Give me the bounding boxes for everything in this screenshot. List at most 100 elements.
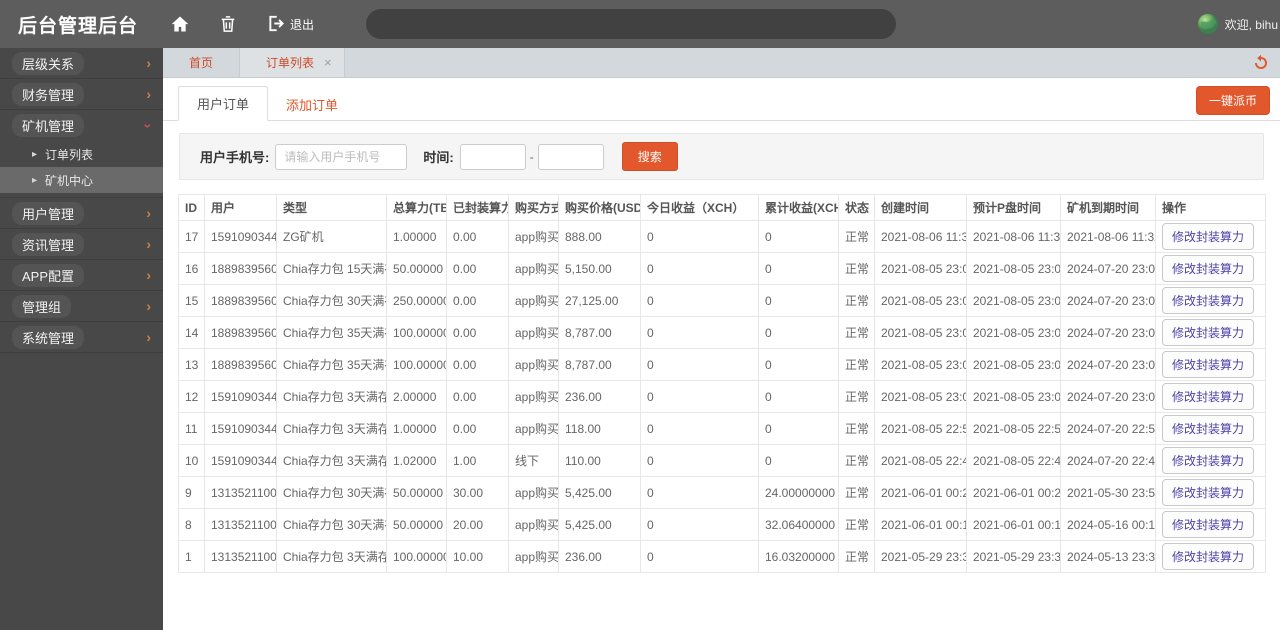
cell-user: 13135211000 bbox=[204, 476, 277, 509]
cell-actions: 修改封装算力 bbox=[1155, 220, 1266, 253]
cell-user: 18898395608 bbox=[204, 348, 277, 381]
cell-price: 110.00 bbox=[558, 444, 641, 477]
modify-power-button[interactable]: 修改封装算力 bbox=[1162, 319, 1255, 346]
table-row: 8 13135211000 Chia存力包 30天满存交付 50.00000 2… bbox=[178, 508, 1266, 541]
cell-buy-method: 线下 bbox=[508, 444, 559, 477]
cell-user: 15910903445 bbox=[204, 220, 277, 253]
modify-power-button[interactable]: 修改封装算力 bbox=[1162, 447, 1255, 474]
column-header: 购买方式 bbox=[508, 194, 559, 221]
tab-order-list[interactable]: 订单列表 × bbox=[239, 48, 345, 77]
cell-buy-method: app购买 bbox=[508, 508, 559, 541]
column-header: 今日收益（XCH） bbox=[640, 194, 759, 221]
cell-buy-method: app购买 bbox=[508, 380, 559, 413]
modify-power-button[interactable]: 修改封装算力 bbox=[1162, 543, 1255, 570]
status-badge: 正常 bbox=[838, 380, 875, 413]
status-badge: 正常 bbox=[838, 316, 875, 349]
cell-today-income: 0 bbox=[640, 220, 759, 253]
cell-cumulative-income: 0 bbox=[758, 316, 839, 349]
cell-plot-time: 2021-08-05 23:02:20 bbox=[966, 348, 1061, 381]
sidebar-item-app-config[interactable]: APP配置 › bbox=[0, 260, 163, 291]
cell-plot-time: 2021-08-05 23:03:03 bbox=[966, 284, 1061, 317]
sidebar-item-finance[interactable]: 财务管理 › bbox=[0, 79, 163, 110]
table-row: 14 18898395608 Chia存力包 35天满存交付 100.00000… bbox=[178, 316, 1266, 349]
cell-id: 12 bbox=[178, 380, 205, 413]
column-header: 购买价格(USDT) bbox=[558, 194, 641, 221]
cell-buy-method: app购买 bbox=[508, 284, 559, 317]
cell-buy-method: app购买 bbox=[508, 412, 559, 445]
navbar-search-input[interactable] bbox=[366, 9, 897, 39]
time-end-input[interactable] bbox=[537, 143, 604, 170]
sidebar-item-users[interactable]: 用户管理 › bbox=[0, 198, 163, 229]
tab-home[interactable]: 首页 bbox=[163, 48, 239, 77]
status-badge: 正常 bbox=[838, 540, 875, 573]
home-icon[interactable] bbox=[170, 14, 190, 34]
cell-created-time: 2021-08-05 23:02:20 bbox=[874, 348, 967, 381]
cell-user: 15910903445 bbox=[204, 412, 277, 445]
cell-created-time: 2021-08-05 22:59:35 bbox=[874, 412, 967, 445]
phone-input[interactable] bbox=[275, 143, 408, 170]
welcome-text: 欢迎, bihu bbox=[1224, 17, 1278, 32]
modify-power-button[interactable]: 修改封装算力 bbox=[1162, 383, 1255, 410]
chevron-right-icon: › bbox=[146, 267, 151, 283]
table-row: 17 15910903445 ZG矿机 1.00000 0.00 app购买 8… bbox=[178, 220, 1266, 253]
orders-table: ID用户类型总算力(TB)已封装算力购买方式购买价格(USDT)今日收益（XCH… bbox=[178, 194, 1266, 573]
modify-power-button[interactable]: 修改封装算力 bbox=[1162, 223, 1255, 250]
cell-cumulative-income: 32.06400000 bbox=[758, 508, 839, 541]
cell-sealed-power: 0.00 bbox=[446, 316, 509, 349]
cell-total-power: 50.00000 bbox=[386, 508, 447, 541]
subtab-add-order[interactable]: 添加订单 bbox=[268, 88, 356, 121]
subtab-user-orders[interactable]: 用户订单 bbox=[178, 86, 269, 121]
logout-button[interactable]: 退出 bbox=[252, 14, 314, 34]
column-header: 创建时间 bbox=[874, 194, 967, 221]
close-icon[interactable]: × bbox=[324, 55, 332, 70]
cell-buy-method: app购买 bbox=[508, 252, 559, 285]
sidebar-item-system[interactable]: 系统管理 › bbox=[0, 322, 163, 353]
sidebar-subitem-order-list[interactable]: ▸ 订单列表 bbox=[0, 141, 163, 167]
cell-price: 8,787.00 bbox=[558, 316, 641, 349]
navbar-user-area[interactable]: 欢迎, bihu bbox=[1197, 0, 1278, 48]
cell-actions: 修改封装算力 bbox=[1155, 476, 1266, 509]
modify-power-button[interactable]: 修改封装算力 bbox=[1162, 511, 1255, 538]
modify-power-button[interactable]: 修改封装算力 bbox=[1162, 415, 1255, 442]
modify-power-button[interactable]: 修改封装算力 bbox=[1162, 287, 1255, 314]
cell-sealed-power: 0.00 bbox=[446, 380, 509, 413]
cell-type: Chia存力包 35天满存交付 bbox=[276, 316, 387, 349]
sidebar-item-mining[interactable]: 矿机管理 › bbox=[0, 110, 163, 141]
cell-sealed-power: 10.00 bbox=[446, 540, 509, 573]
cell-plot-time: 2021-08-05 22:45:03 bbox=[966, 444, 1061, 477]
cell-today-income: 0 bbox=[640, 284, 759, 317]
column-header: 矿机到期时间 bbox=[1060, 194, 1156, 221]
triangle-icon: ▸ bbox=[32, 174, 38, 186]
refresh-icon[interactable] bbox=[1252, 54, 1270, 72]
cell-user: 18898395608 bbox=[204, 252, 277, 285]
cell-total-power: 100.00000 bbox=[386, 540, 447, 573]
modify-power-button[interactable]: 修改封装算力 bbox=[1162, 351, 1255, 378]
cell-id: 16 bbox=[178, 252, 205, 285]
column-header: 总算力(TB) bbox=[386, 194, 447, 221]
trash-icon[interactable] bbox=[218, 14, 238, 34]
cell-total-power: 100.00000 bbox=[386, 348, 447, 381]
sidebar-subitem-mining-center[interactable]: ▸ 矿机中心 bbox=[0, 167, 163, 193]
cell-created-time: 2021-08-06 11:32:56 bbox=[874, 220, 967, 253]
cell-today-income: 0 bbox=[640, 348, 759, 381]
modify-power-button[interactable]: 修改封装算力 bbox=[1162, 255, 1255, 282]
chevron-right-icon: › bbox=[146, 86, 151, 102]
time-start-input[interactable] bbox=[459, 143, 526, 170]
sidebar-item-news[interactable]: 资讯管理 › bbox=[0, 229, 163, 260]
sidebar-item-admin-group[interactable]: 管理组 › bbox=[0, 291, 163, 322]
cell-price: 27,125.00 bbox=[558, 284, 641, 317]
cell-cumulative-income: 0 bbox=[758, 284, 839, 317]
cell-price: 236.00 bbox=[558, 380, 641, 413]
cell-plot-time: 2021-08-05 23:02:36 bbox=[966, 316, 1061, 349]
cell-type: ZG矿机 bbox=[276, 220, 387, 253]
sidebar-item-hierarchy[interactable]: 层级关系 › bbox=[0, 48, 163, 79]
dispatch-coins-button[interactable]: 一键派币 bbox=[1195, 86, 1270, 115]
modify-power-button[interactable]: 修改封装算力 bbox=[1162, 479, 1255, 506]
cell-created-time: 2021-05-29 23:35:47 bbox=[874, 540, 967, 573]
cell-id: 13 bbox=[178, 348, 205, 381]
table-row: 1 13135211000 Chia存力包 3天满存交付 100.00000 1… bbox=[178, 540, 1266, 573]
cell-user: 18898395608 bbox=[204, 284, 277, 317]
cell-actions: 修改封装算力 bbox=[1155, 508, 1266, 541]
search-button[interactable]: 搜索 bbox=[621, 142, 678, 171]
cell-id: 9 bbox=[178, 476, 205, 509]
